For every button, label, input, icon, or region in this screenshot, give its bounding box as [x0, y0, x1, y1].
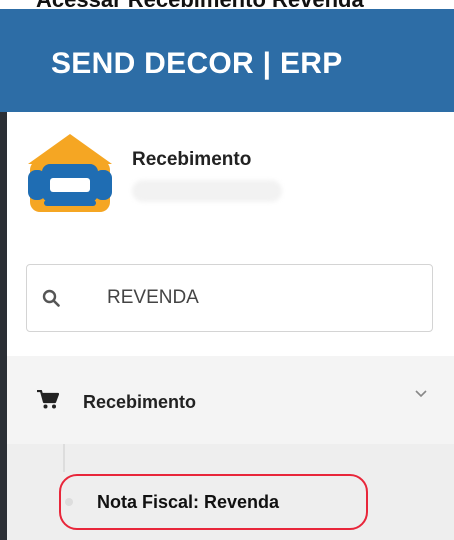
page-title: Acessar Recebimento Revenda	[36, 0, 364, 9]
submenu-item-label: Nota Fiscal: Revenda	[97, 492, 280, 512]
search-input[interactable]	[107, 285, 407, 311]
search-box[interactable]	[26, 264, 433, 332]
tree-line	[63, 444, 65, 472]
top-header: SEND DECOR | ERP	[0, 9, 454, 112]
left-edge-bar	[0, 112, 7, 540]
chevron-down-icon[interactable]	[413, 388, 429, 400]
menu-item-label: Recebimento	[83, 392, 197, 412]
submenu: Nota Fiscal: Revenda	[7, 444, 454, 540]
tree-dot	[65, 498, 73, 506]
cart-icon	[37, 390, 59, 409]
sidebar: Recebimento Recebimento Nota Fiscal: Rev…	[7, 112, 454, 540]
sofa-house-logo-icon	[28, 134, 112, 212]
profile-name: Recebimento	[132, 149, 252, 170]
profile-status-blurred	[132, 180, 282, 202]
menu-item-recebimento[interactable]: Recebimento	[7, 356, 454, 444]
page-title-strip: Acessar Recebimento Revenda	[0, 0, 454, 9]
submenu-item-nota-fiscal-revenda[interactable]: Nota Fiscal: Revenda	[59, 474, 368, 530]
brand-title[interactable]: SEND DECOR | ERP	[51, 47, 343, 81]
search-icon	[42, 289, 60, 307]
